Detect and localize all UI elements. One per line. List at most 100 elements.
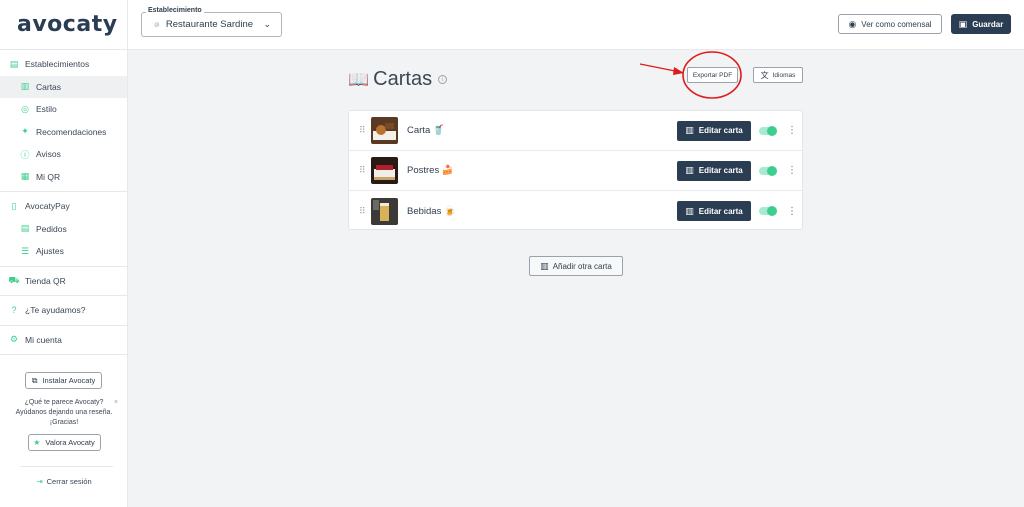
logout-label: Cerrar sesión — [46, 477, 92, 486]
drag-handle-icon[interactable]: ⠿ — [359, 125, 366, 136]
sparkle-icon: ✦ — [21, 126, 29, 137]
more-vertical-icon[interactable]: ⋮ — [787, 165, 797, 176]
rate-button[interactable]: ★ Valora Avocaty — [27, 434, 101, 451]
nav-section-account: ⚙ Mi cuenta — [0, 326, 127, 355]
open-book-icon: 📖 — [348, 69, 370, 89]
add-menu-button[interactable]: ▥ Añadir otra carta — [529, 256, 623, 276]
gear-icon: ⚙ — [9, 334, 19, 345]
edit-menu-label: Editar carta — [698, 126, 743, 135]
sidebar-item-label: ¿Te ayudamos? — [25, 305, 86, 316]
sidebar-item-cartas[interactable]: ▥ Cartas — [0, 75, 127, 98]
sidebar-item-mi-cuenta[interactable]: ⚙ Mi cuenta — [0, 329, 127, 352]
drag-handle-icon[interactable]: ⠿ — [359, 165, 366, 176]
rate-text-2: Ayúdanos dejando una reseña. — [15, 409, 113, 416]
annotation-arrowhead — [673, 67, 684, 75]
eye-icon: ◉ — [848, 18, 857, 29]
save-label: Guardar — [972, 19, 1004, 29]
page-title-text: Cartas — [373, 68, 433, 90]
sidebar-item-label: Mi QR — [36, 171, 61, 182]
open-book-icon: ▥ — [540, 260, 549, 271]
logout-link[interactable]: ⇥ Cerrar sesión — [0, 477, 128, 486]
menu-book-icon: ▥ — [20, 81, 30, 92]
sidebar-item-avisos[interactable]: ⓘ Avisos — [0, 143, 127, 166]
sidebar-item-label: Recomendaciones — [36, 126, 107, 137]
palette-icon: ◎ — [21, 103, 29, 114]
avocaty-logo[interactable]: avocaty — [0, 0, 127, 50]
close-icon[interactable]: × — [114, 398, 118, 408]
edit-menu-button[interactable]: ▥ Editar carta — [677, 160, 751, 181]
logout-icon: ⇥ — [36, 477, 43, 486]
floppy-icon: ▣ — [958, 18, 968, 29]
more-vertical-icon[interactable]: ⋮ — [787, 206, 797, 217]
save-button[interactable]: ▣ Guardar — [951, 14, 1011, 34]
install-button[interactable]: ⧉ Instalar Avocaty — [25, 372, 102, 389]
page-title: 📖 Cartas i — [348, 68, 448, 91]
annotation-arrow-line — [639, 63, 681, 73]
menu-name: Bebidas 🍺 — [407, 205, 456, 217]
sidebar-item-label: Mi cuenta — [25, 334, 62, 345]
orders-icon: ▤ — [20, 223, 30, 234]
qr-icon: ▦ — [20, 171, 30, 182]
sidebar-item-pedidos[interactable]: ▤ Pedidos — [0, 218, 127, 241]
sidebar-item-mi-qr[interactable]: ▦ Mi QR — [0, 166, 127, 189]
nav-section-help: ? ¿Te ayudamos? — [0, 296, 127, 326]
sidebar-item-avocatypay[interactable]: ▯ AvocatyPay — [0, 195, 127, 218]
install-icon: ⧉ — [31, 375, 38, 385]
sidebar-item-ajustes[interactable]: ☰ Ajustes — [0, 240, 127, 263]
rate-text-3: ¡Gracias! — [49, 419, 79, 426]
sidebar-item-establishments[interactable]: ▤ Establecimientos — [0, 53, 127, 76]
sidebar-item-estilo[interactable]: ◎ Estilo — [0, 98, 127, 121]
sidebar-item-help[interactable]: ? ¿Te ayudamos? — [0, 299, 127, 322]
install-label: Instalar Avocaty — [42, 376, 96, 385]
add-menu-label: Añadir otra carta — [552, 261, 612, 271]
sidebar-item-label: Estilo — [36, 104, 57, 115]
more-vertical-icon[interactable]: ⋮ — [787, 125, 797, 136]
rate-box: × ¿Qué te parece Avocaty? Ayúdanos dejan… — [8, 398, 120, 451]
menu-enabled-toggle[interactable] — [759, 125, 777, 136]
view-as-diner-button[interactable]: ◉ Ver como comensal — [838, 14, 942, 34]
menu-enabled-toggle[interactable] — [759, 206, 777, 216]
broadcast-icon: ⓘ — [20, 149, 30, 160]
establishment-value-wrap: ⊘ Restaurante Sardine — [154, 19, 253, 30]
sidebar: avocaty ▤ Establecimientos ▥ Cartas ◎ Es… — [0, 0, 128, 507]
open-book-icon: ▥ — [685, 165, 694, 175]
languages-label: Idiomas — [772, 71, 796, 79]
install-wrap: ⧉ Instalar Avocaty — [0, 355, 127, 389]
edit-menu-label: Editar carta — [698, 166, 743, 175]
drag-handle-icon[interactable]: ⠿ — [359, 206, 366, 217]
languages-button[interactable]: 文 Idiomas — [753, 67, 803, 83]
view-as-label: Ver como comensal — [861, 19, 932, 29]
menu-thumbnail — [371, 197, 398, 225]
establishment-select[interactable]: Establecimiento ⊘ Restaurante Sardine ⌄ — [141, 7, 282, 37]
list-item[interactable]: ⠿ Bebidas 🍺 ▥ Editar carta ⋮ — [349, 191, 804, 231]
nav-section-establishments: ▤ Establecimientos ▥ Cartas ◎ Estilo ✦ R… — [0, 50, 127, 192]
info-icon[interactable]: i — [438, 75, 448, 84]
menu-thumbnail — [371, 157, 398, 184]
translate-icon: 文 — [760, 70, 769, 80]
list-item[interactable]: ⠿ Postres 🍰 ▥ Editar carta ⋮ — [349, 151, 804, 191]
establishment-value: Restaurante Sardine — [165, 19, 254, 30]
sidebar-item-label: Cartas — [36, 81, 62, 92]
sidebar-item-recomendaciones[interactable]: ✦ Recomendaciones — [0, 121, 127, 144]
edit-menu-button[interactable]: ▥ Editar carta — [677, 201, 751, 221]
sidebar-item-tienda-qr[interactable]: ⛟ Tienda QR — [0, 270, 127, 293]
menu-list: ⠿ Carta 🥤 ▥ Editar carta ⋮ ⠿ Postres 🍰 ▥… — [348, 110, 804, 231]
menu-name: Postres 🍰 — [407, 165, 454, 176]
rate-button-label: Valora Avocaty — [45, 437, 95, 447]
link-icon: ⊘ — [154, 21, 160, 29]
store-icon: ▤ — [9, 58, 19, 69]
export-pdf-label: Exportar PDF — [692, 71, 733, 79]
nav-section-pay: ▯ AvocatyPay ▤ Pedidos ☰ Ajustes — [0, 192, 127, 267]
sidebar-item-label: Establecimientos — [25, 59, 90, 70]
list-item[interactable]: ⠿ Carta 🥤 ▥ Editar carta ⋮ — [349, 111, 804, 151]
edit-menu-label: Editar carta — [698, 206, 743, 216]
cart-icon: ⛟ — [8, 274, 20, 285]
edit-menu-button[interactable]: ▥ Editar carta — [677, 120, 751, 141]
sidebar-item-label: Pedidos — [36, 223, 67, 234]
divider — [20, 466, 113, 467]
sidebar-item-label: AvocatyPay — [25, 201, 70, 212]
menu-enabled-toggle[interactable] — [759, 165, 777, 176]
export-pdf-button[interactable]: Exportar PDF — [687, 67, 738, 83]
settings-icon: ☰ — [20, 245, 30, 256]
sidebar-item-label: Avisos — [36, 149, 61, 160]
